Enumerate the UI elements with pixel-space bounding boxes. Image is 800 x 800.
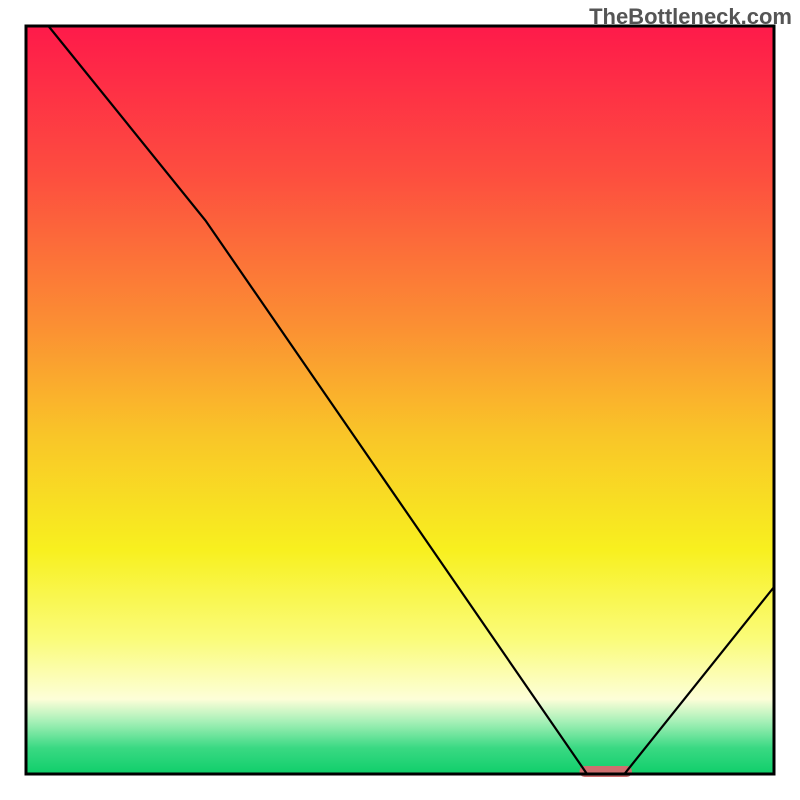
chart-container: TheBottleneck.com <box>0 0 800 800</box>
bottleneck-chart <box>0 0 800 800</box>
watermark-text: TheBottleneck.com <box>589 4 792 30</box>
